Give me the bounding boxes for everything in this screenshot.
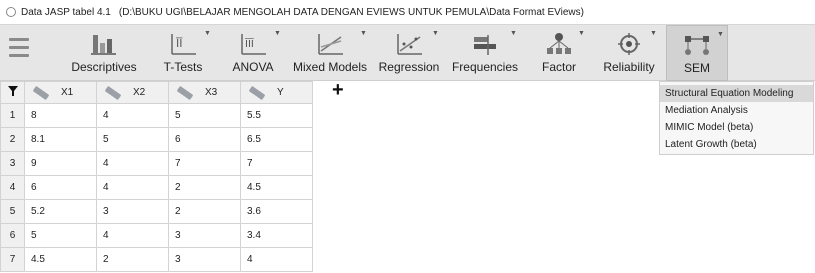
table-cell[interactable]: 6: [24, 175, 97, 200]
factor-dropdown-arrow-icon: ▼: [578, 30, 585, 37]
descriptives-label: Descriptives: [71, 60, 137, 74]
svg-text:ĪĪĪ: ĪĪĪ: [245, 37, 254, 50]
row-number: 5: [0, 199, 25, 224]
column-label: X2: [133, 87, 146, 98]
column-header-x3[interactable]: X3: [168, 81, 241, 104]
frequencies-button[interactable]: ▼ Frequencies: [448, 25, 522, 81]
reliability-button[interactable]: ▼ Reliability: [598, 25, 660, 81]
header-row: X1 X2 X3 Y: [0, 81, 313, 104]
data-grid: X1 X2 X3 Y 1 8 4 5 5.5 2 8.1 5 6 6.5 3 9…: [0, 81, 313, 272]
column-label: X1: [61, 87, 74, 98]
row-number: 7: [0, 247, 25, 272]
title-bar: Data JASP tabel 4.1 (D:\BUKU UGI\BELAJAR…: [0, 0, 815, 24]
ttests-button[interactable]: ĪĪ ▼ T-Tests: [152, 25, 214, 81]
table-cell[interactable]: 4: [240, 247, 313, 272]
hamburger-menu-icon[interactable]: [9, 38, 29, 62]
table-cell[interactable]: 4.5: [24, 247, 97, 272]
table-cell[interactable]: 4: [96, 223, 169, 248]
sem-dropdown-menu: Structural Equation Modeling Mediation A…: [659, 81, 814, 155]
sem-button[interactable]: ▼ SEM: [666, 25, 728, 81]
table-cell[interactable]: 5: [168, 103, 241, 128]
table-cell[interactable]: 3.4: [240, 223, 313, 248]
ttests-dropdown-arrow-icon: ▼: [204, 30, 211, 37]
table-cell[interactable]: 7: [240, 151, 313, 176]
anova-dropdown-arrow-icon: ▼: [274, 30, 281, 37]
row-number: 6: [0, 223, 25, 248]
table-cell[interactable]: 3: [96, 199, 169, 224]
descriptives-icon: [62, 31, 146, 57]
window-title: Data JASP tabel 4.1: [21, 6, 111, 18]
svg-text:ĪĪ: ĪĪ: [176, 37, 183, 50]
table-cell[interactable]: 5.5: [240, 103, 313, 128]
table-row: 7 4.5 2 3 4: [0, 247, 313, 272]
menu-item-latent-growth[interactable]: Latent Growth (beta): [660, 136, 813, 153]
reliability-dropdown-arrow-icon: ▼: [650, 30, 657, 37]
table-cell[interactable]: 5: [24, 223, 97, 248]
factor-button[interactable]: ▼ Factor: [530, 25, 588, 81]
anova-button[interactable]: ĪĪĪ ▼ ANOVA: [222, 25, 284, 81]
table-cell[interactable]: 3: [168, 247, 241, 272]
add-column-button[interactable]: +: [332, 79, 344, 102]
column-header-y[interactable]: Y: [240, 81, 313, 104]
scale-icon: [32, 85, 50, 100]
table-cell[interactable]: 4.5: [240, 175, 313, 200]
table-cell[interactable]: 2: [168, 199, 241, 224]
table-cell[interactable]: 6: [168, 127, 241, 152]
frequencies-dropdown-arrow-icon: ▼: [510, 30, 517, 37]
menu-item-mimic-model[interactable]: MIMIC Model (beta): [660, 119, 813, 136]
regression-button[interactable]: ▼ Regression: [376, 25, 442, 81]
table-cell[interactable]: 5.2: [24, 199, 97, 224]
table-cell[interactable]: 3.6: [240, 199, 313, 224]
regression-dropdown-arrow-icon: ▼: [432, 30, 439, 37]
scale-icon: [176, 85, 194, 100]
window-path: (D:\BUKU UGI\BELAJAR MENGOLAH DATA DENGA…: [118, 6, 584, 18]
sem-label: SEM: [683, 61, 710, 75]
row-number: 2: [0, 127, 25, 152]
table-row: 3 9 4 7 7: [0, 151, 313, 176]
column-header-x1[interactable]: X1: [24, 81, 97, 104]
table-cell[interactable]: 5: [96, 127, 169, 152]
anova-label: ANOVA: [232, 60, 274, 74]
frequencies-label: Frequencies: [451, 60, 519, 74]
filter-icon[interactable]: [0, 81, 25, 104]
column-label: Y: [277, 87, 284, 98]
sem-dropdown-arrow-icon: ▼: [717, 31, 724, 38]
table-cell[interactable]: 8.1: [24, 127, 97, 152]
table-cell[interactable]: 9: [24, 151, 97, 176]
table-row: 1 8 4 5 5.5: [0, 103, 313, 128]
table-cell[interactable]: 7: [168, 151, 241, 176]
row-number: 3: [0, 151, 25, 176]
table-cell[interactable]: 2: [96, 247, 169, 272]
table-cell[interactable]: 4: [96, 175, 169, 200]
table-cell[interactable]: 8: [24, 103, 97, 128]
table-cell[interactable]: 2: [168, 175, 241, 200]
table-row: 4 6 4 2 4.5: [0, 175, 313, 200]
scale-icon: [104, 85, 122, 100]
reliability-label: Reliability: [603, 60, 655, 74]
table-cell[interactable]: 3: [168, 223, 241, 248]
mixed-models-icon: [290, 31, 370, 57]
table-cell[interactable]: 6.5: [240, 127, 313, 152]
table-cell[interactable]: 4: [96, 103, 169, 128]
table-row: 5 5.2 3 2 3.6: [0, 199, 313, 224]
row-number: 4: [0, 175, 25, 200]
analysis-ribbon: Descriptives ĪĪ ▼ T-Tests ĪĪĪ ▼ ANOVA ▼ …: [0, 24, 815, 81]
scale-icon: [248, 85, 266, 100]
table-row: 6 5 4 3 3.4: [0, 223, 313, 248]
table-row: 2 8.1 5 6 6.5: [0, 127, 313, 152]
column-label: X3: [205, 87, 218, 98]
factor-label: Factor: [541, 60, 576, 74]
mixed-models-dropdown-arrow-icon: ▼: [360, 30, 367, 37]
menu-item-mediation-analysis[interactable]: Mediation Analysis: [660, 102, 813, 119]
descriptives-button[interactable]: Descriptives: [62, 25, 146, 81]
jasp-app-icon: [6, 7, 16, 17]
column-header-x2[interactable]: X2: [96, 81, 169, 104]
mixed-models-label: Mixed Models: [292, 60, 368, 74]
ttests-label: T-Tests: [163, 60, 203, 74]
table-cell[interactable]: 4: [96, 151, 169, 176]
row-number: 1: [0, 103, 25, 128]
regression-label: Regression: [378, 60, 440, 74]
menu-item-structural-equation-modeling[interactable]: Structural Equation Modeling: [660, 85, 813, 102]
mixed-models-button[interactable]: ▼ Mixed Models: [290, 25, 370, 81]
